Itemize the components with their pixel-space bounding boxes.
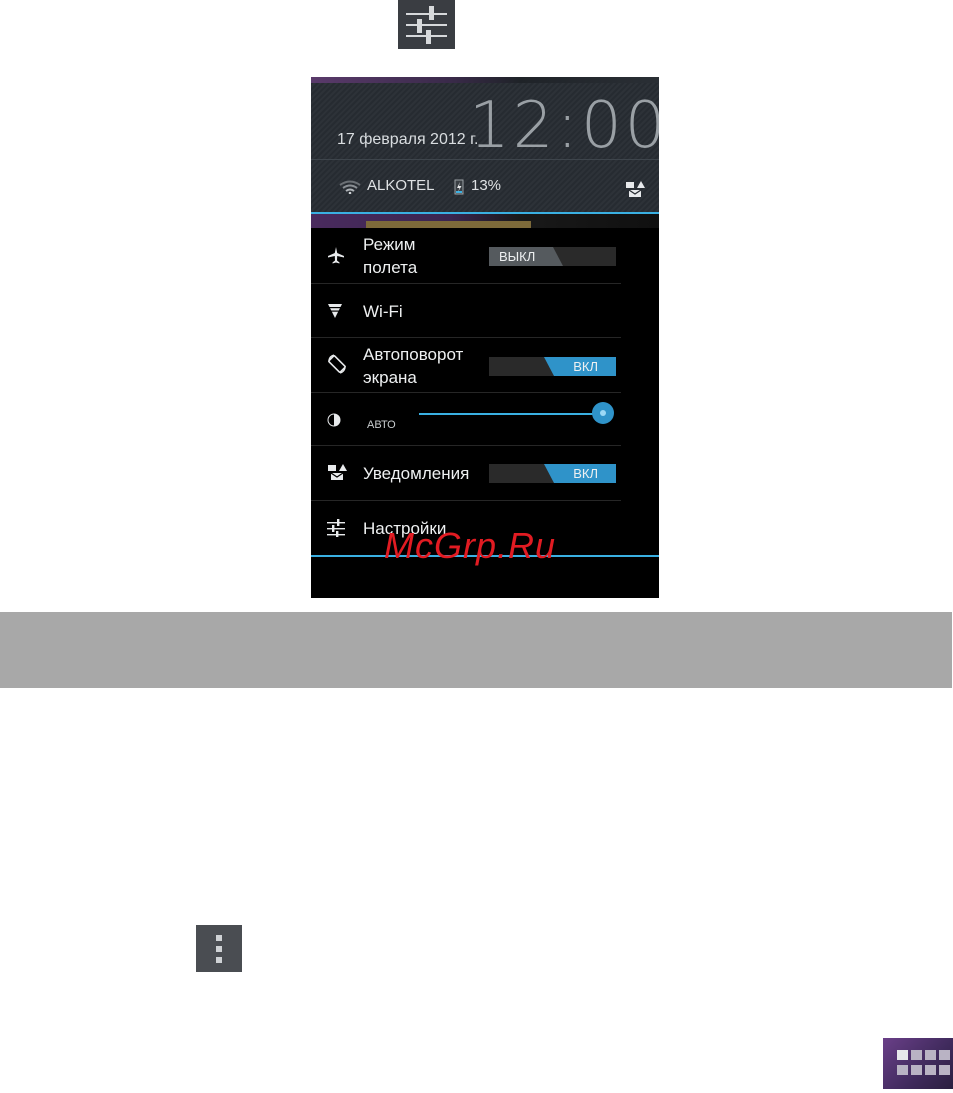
watermark: McGrp.Ru (384, 525, 557, 566)
quick-setting-wifi[interactable]: Wi-Fi (311, 284, 621, 338)
notifications-icon (327, 463, 347, 485)
header-topbar (311, 77, 659, 83)
autorotate-toggle-state: ВКЛ (573, 359, 598, 374)
settings-sliders-icon (398, 0, 455, 49)
rotate-icon (327, 354, 347, 378)
autorotate-toggle[interactable]: ВКЛ (489, 357, 616, 376)
airplane-toggle-state: ВЫКЛ (499, 249, 536, 264)
wallpaper-tab (366, 221, 531, 228)
quick-setting-brightness: АВТО (311, 393, 621, 446)
autorotate-label-line2: экрана (363, 368, 417, 387)
notifications-label: Уведомления (363, 464, 470, 483)
airplane-toggle[interactable]: ВЫКЛ (489, 247, 616, 266)
quick-setting-autorotate[interactable]: Автоповорот экрана ВКЛ (311, 338, 621, 393)
date-label: 17 февраля 2012 г. (337, 131, 479, 148)
menu-dots-icon (196, 925, 242, 972)
notifications-icon[interactable] (625, 180, 645, 202)
airplane-label-line1: Режим (363, 235, 416, 254)
battery-charging-icon (453, 179, 465, 199)
apps-grid-icon (883, 1038, 953, 1089)
wallpaper-strip (311, 214, 659, 228)
settings-sliders-icon (327, 519, 345, 541)
header-divider (311, 159, 659, 160)
brightness-auto-label[interactable]: АВТО (367, 419, 396, 431)
brightness-slider-thumb[interactable] (592, 402, 614, 424)
clock-label: 12:00 (469, 89, 659, 163)
battery-percent: 13% (471, 177, 502, 194)
wifi-label: Wi-Fi (363, 302, 403, 321)
airplane-label-line2: полета (363, 258, 418, 277)
autorotate-label-line1: Автоповорот (363, 345, 464, 364)
notifications-toggle[interactable]: ВКЛ (489, 464, 616, 483)
carrier-label: ALKOTEL (367, 177, 435, 194)
quick-setting-notifications[interactable]: Уведомления ВКЛ (311, 446, 621, 501)
wifi-icon (327, 303, 343, 323)
notification-header: 17 февраля 2012 г. 12:00 ALKOTEL 13% (311, 77, 659, 214)
airplane-icon (327, 246, 345, 268)
phone-screen: 17 февраля 2012 г. 12:00 ALKOTEL 13% Реж… (311, 77, 659, 598)
brightness-slider-track[interactable] (419, 413, 604, 415)
wifi-signal-icon (339, 179, 361, 198)
notifications-toggle-state: ВКЛ (573, 466, 598, 481)
brightness-icon (327, 412, 341, 431)
quick-setting-airplane[interactable]: Режим полета ВЫКЛ (311, 228, 621, 284)
gray-band (0, 612, 952, 688)
